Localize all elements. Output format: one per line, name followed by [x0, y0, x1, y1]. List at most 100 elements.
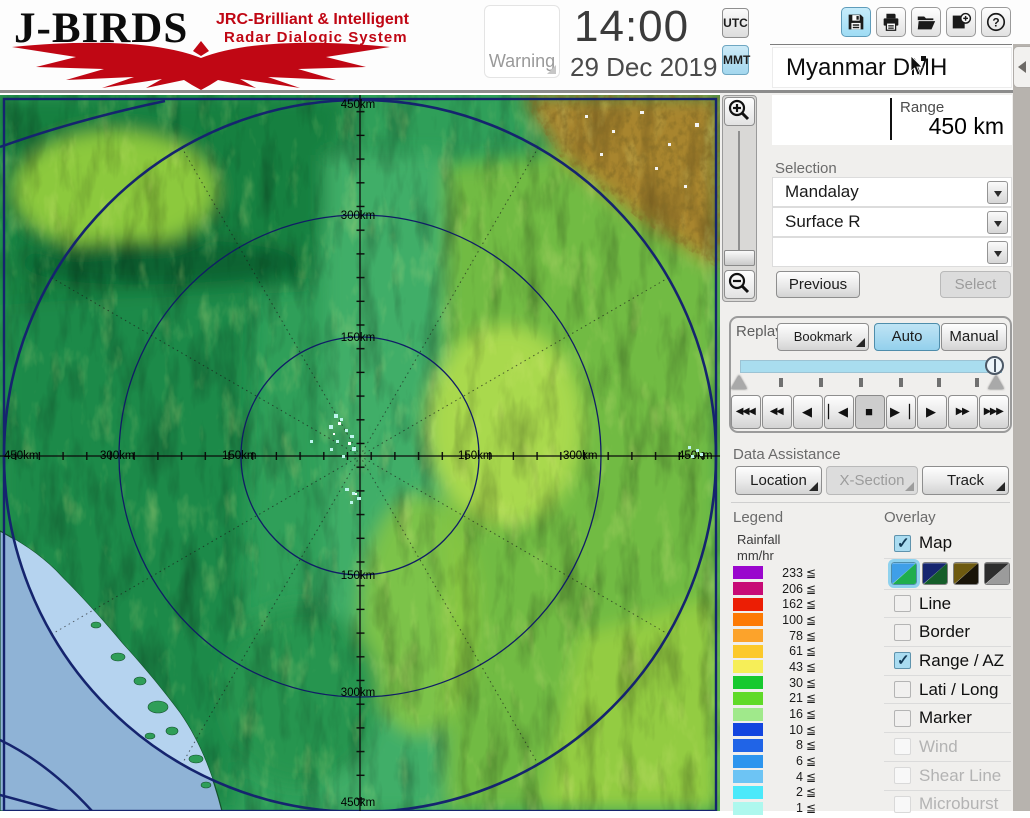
legend-swatch [733, 645, 763, 658]
replay-label: Replay [736, 323, 783, 340]
overlay-item-lati-long[interactable]: ✓ Lati / Long [884, 675, 1011, 704]
border-checkbox[interactable]: ✓ [894, 624, 911, 641]
option-dropdown-button[interactable] [987, 241, 1008, 264]
map-style-navy-darkgreen[interactable] [922, 562, 948, 585]
step-forward-button[interactable]: ▶▕ [886, 395, 916, 429]
map-style-black-gray[interactable] [984, 562, 1010, 585]
legend-value: 78 [763, 629, 803, 643]
overlay-item-label: Microburst [919, 794, 998, 814]
open-folder-button[interactable] [911, 7, 941, 37]
radar-map[interactable]: 450km 300km 150km 150km 300km 450km 450k… [0, 95, 720, 811]
print-icon [880, 11, 902, 33]
x-section-button[interactable]: X-Section [826, 466, 918, 495]
map-svg[interactable]: 450km 300km 150km 150km 300km 450km 450k… [0, 95, 720, 811]
fast-forward-button[interactable]: ▶▶ [948, 395, 978, 429]
site-dropdown[interactable]: Mandalay [772, 177, 1012, 207]
replay-slider-track[interactable] [740, 360, 1002, 373]
replay-slider-handle[interactable] [985, 356, 1004, 375]
range-divider [890, 98, 892, 140]
rainfall-legend: 233≦ 206≦ 162≦ 100≦ 78≦ 61≦ 43≦ 30≦ 21≦ … [733, 565, 825, 816]
toolbar-divider [770, 44, 1012, 45]
legend-le-symbol: ≦ [806, 644, 816, 658]
range-az-checkbox[interactable]: ✓ [894, 652, 911, 669]
map-checkbox[interactable]: ✓ [894, 535, 911, 552]
overlay-item-map[interactable]: ✓ Map [884, 529, 1011, 558]
microburst-checkbox: ✓ [894, 796, 911, 813]
print-button[interactable] [876, 7, 906, 37]
open-folder-icon [915, 11, 937, 33]
option-dropdown[interactable] [772, 237, 1012, 267]
overlay-item-marker[interactable]: ✓ Marker [884, 703, 1011, 732]
x-section-menu-indicator [905, 482, 914, 491]
x-section-label: X-Section [839, 472, 904, 489]
legend-value: 6 [763, 754, 803, 768]
rewind-button[interactable]: ◀◀ [762, 395, 792, 429]
clock-date: 29 Dec 2019 [570, 52, 717, 83]
bookmark-button[interactable]: Bookmark [777, 323, 869, 351]
zoom-slider-track[interactable] [738, 131, 740, 266]
overlay-item-border[interactable]: ✓ Border [884, 617, 1011, 646]
svg-text:?: ? [992, 16, 999, 30]
zoom-slider-handle[interactable] [724, 250, 755, 266]
range-value: 450 km [929, 113, 1004, 140]
utc-button[interactable]: UTC [722, 8, 749, 38]
help-button[interactable]: ? [981, 7, 1011, 37]
mmt-button[interactable]: MMT [722, 45, 749, 75]
location-button[interactable]: Location [735, 466, 822, 495]
fastest-forward-button[interactable]: ▶▶▶ [979, 395, 1009, 429]
svg-text:300km: 300km [100, 450, 135, 462]
site-dropdown-value: Mandalay [785, 182, 859, 202]
legend-swatch [733, 660, 763, 673]
stop-button[interactable]: ■ [855, 395, 885, 429]
product-dropdown-button[interactable] [987, 211, 1008, 234]
auto-button[interactable]: Auto [874, 323, 940, 351]
add-image-icon [950, 11, 972, 33]
previous-button[interactable]: Previous [776, 271, 860, 298]
legend-row: 8≦ [733, 738, 825, 754]
legend-row: 2≦ [733, 785, 825, 801]
slider-tick [975, 378, 979, 387]
legend-value: 100 [763, 613, 803, 627]
section-divider [731, 502, 1010, 503]
svg-text:150km: 150km [222, 450, 257, 462]
legend-unit-2: mm/hr [737, 548, 774, 563]
marker-checkbox[interactable]: ✓ [894, 710, 911, 727]
zoom-in-button[interactable] [724, 97, 755, 126]
svg-text:450km: 450km [341, 99, 376, 111]
svg-text:450km: 450km [341, 797, 376, 809]
overlay-item-range-az[interactable]: ✓ Range / AZ [884, 646, 1011, 675]
overlay-item-line[interactable]: ✓ Line [884, 589, 1011, 618]
legend-le-symbol: ≦ [806, 597, 816, 611]
fast-rewind-button[interactable]: ◀◀◀ [731, 395, 761, 429]
manual-button[interactable]: Manual [941, 323, 1007, 351]
lati-long-checkbox[interactable]: ✓ [894, 681, 911, 698]
warning-button[interactable]: Warning [484, 5, 560, 78]
zoom-out-button[interactable] [724, 270, 755, 299]
line-checkbox[interactable]: ✓ [894, 595, 911, 612]
legend-row: 206≦ [733, 581, 825, 597]
eagle-logo-icon [6, 38, 396, 90]
play-reverse-button[interactable]: ◀ [793, 395, 823, 429]
chevron-down-icon [994, 251, 1002, 257]
add-image-button[interactable] [946, 7, 976, 37]
legend-swatch [733, 723, 763, 736]
map-style-blue-green[interactable] [891, 562, 917, 585]
legend-row: 1≦ [733, 800, 825, 816]
legend-row: 16≦ [733, 706, 825, 722]
save-button[interactable] [841, 7, 871, 37]
select-button[interactable]: Select [940, 271, 1011, 298]
save-icon [845, 11, 867, 33]
step-backward-button[interactable]: ▏◀ [824, 395, 854, 429]
svg-text:150km: 150km [341, 332, 376, 344]
overlay-label: Overlay [884, 509, 936, 526]
zoom-out-icon [725, 271, 752, 296]
slider-start-marker[interactable] [731, 375, 747, 389]
site-dropdown-button[interactable] [987, 181, 1008, 204]
sidebar-collapse-tab[interactable] [1013, 46, 1030, 88]
product-dropdown[interactable]: Surface R [772, 207, 1012, 237]
map-style-olive-black[interactable] [953, 562, 979, 585]
play-button[interactable]: ▶ [917, 395, 947, 429]
legend-value: 4 [763, 770, 803, 784]
track-button[interactable]: Track [922, 466, 1009, 495]
slider-end-marker[interactable] [988, 375, 1004, 389]
